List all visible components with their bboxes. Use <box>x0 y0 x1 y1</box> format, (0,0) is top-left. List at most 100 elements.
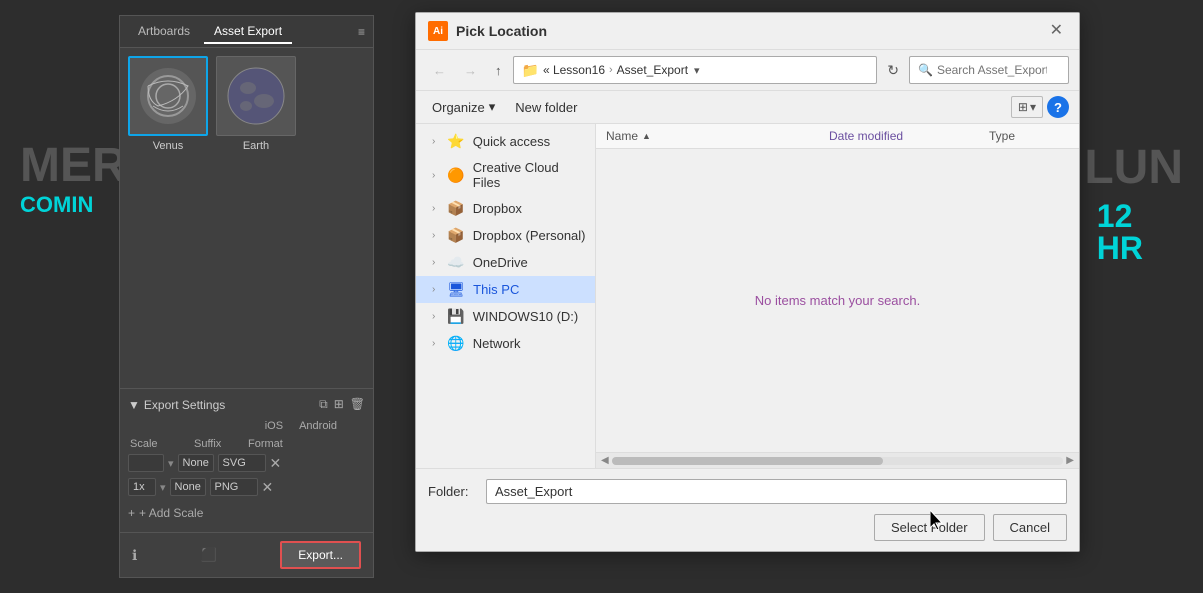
help-button[interactable]: ? <box>1047 96 1069 118</box>
scrollbar-track[interactable] <box>612 457 1064 465</box>
breadcrumb-chevron: › <box>609 64 613 76</box>
windows10-chevron: › <box>432 311 435 322</box>
network-icon: 🌐 <box>447 335 464 352</box>
export-settings-header: ▼ Export Settings ⧉ ⊞ 🗑 <box>128 397 365 412</box>
copy-icon[interactable]: ⧉ <box>319 397 328 412</box>
add-scale-button[interactable]: + + Add Scale <box>128 502 365 524</box>
scrollbar-thumb[interactable] <box>612 457 883 465</box>
dialog-toolbar: Organize ▾ New folder ⊞ ▾ ? <box>416 91 1079 124</box>
onedrive-icon: ☁️ <box>447 254 464 271</box>
scale-row-png: ▾ PNG SVG PDF ✕ <box>128 478 365 496</box>
col-name-label: Name <box>606 129 638 143</box>
this-pc-chevron: › <box>432 284 435 295</box>
content-area: No items match your search. <box>596 149 1079 452</box>
bg-text-left: MER COMIN <box>0 140 127 217</box>
ai-logo: Ai <box>428 21 448 41</box>
thumbnail-venus[interactable]: Venus <box>128 56 208 152</box>
search-input[interactable] <box>937 63 1047 77</box>
up-button[interactable]: ↑ <box>488 59 509 82</box>
dropbox-icon: 📦 <box>447 200 464 217</box>
select-folder-button[interactable]: Select Folder <box>874 514 985 541</box>
breadcrumb-prefix: « Lesson16 <box>543 63 605 77</box>
creative-cloud-icon: 🟠 <box>447 167 464 184</box>
sidebar-item-dropbox[interactable]: › 📦 Dropbox <box>416 195 595 222</box>
dialog-title: Pick Location <box>456 23 547 39</box>
cancel-button[interactable]: Cancel <box>993 514 1067 541</box>
sidebar-item-network[interactable]: › 🌐 Network <box>416 330 595 357</box>
organize-dropdown-icon: ▾ <box>489 99 496 115</box>
search-bar: 🔍 <box>909 56 1069 84</box>
format-col-header: Format <box>248 438 298 450</box>
sidebar-label-this-pc: This PC <box>473 282 519 297</box>
remove-row-svg[interactable]: ✕ <box>270 456 282 470</box>
new-folder-button[interactable]: New folder <box>509 97 583 118</box>
col-date-modified[interactable]: Date modified <box>829 129 989 143</box>
sidebar-item-creative-cloud[interactable]: › 🟠 Creative Cloud Files <box>416 155 595 195</box>
export-settings-label: Export Settings <box>144 398 225 412</box>
panel-menu-icon[interactable]: ≡ <box>358 25 365 39</box>
dropbox-personal-chevron: › <box>432 230 435 241</box>
dialog-scrollbar[interactable]: ◀ ▶ <box>596 452 1079 468</box>
bottom-icon: ⬛ <box>201 547 217 563</box>
remove-row-png[interactable]: ✕ <box>262 480 274 494</box>
col-type[interactable]: Type <box>989 129 1069 143</box>
sidebar-item-windows10[interactable]: › 💾 WINDOWS10 (D:) <box>416 303 595 330</box>
panel-content: Venus Earth <box>120 48 373 388</box>
onedrive-chevron: › <box>432 257 435 268</box>
windows10-icon: 💾 <box>447 308 464 325</box>
breadcrumb-dropdown-icon[interactable]: ▾ <box>694 64 700 77</box>
col-name[interactable]: Name ▲ <box>606 129 829 143</box>
scale-input-svg[interactable] <box>128 454 164 472</box>
thumb-label-earth: Earth <box>243 140 269 152</box>
sidebar-item-dropbox-personal[interactable]: › 📦 Dropbox (Personal) <box>416 222 595 249</box>
scale-col-header: Scale <box>130 438 190 450</box>
delete-icon[interactable]: 🗑 <box>350 397 365 412</box>
sidebar-label-creative-cloud: Creative Cloud Files <box>473 160 587 190</box>
left-panel: Artboards Asset Export ≡ Venus <box>119 15 374 578</box>
scroll-left-arrow[interactable]: ◀ <box>598 455 612 466</box>
refresh-button[interactable]: ↻ <box>881 59 905 82</box>
thumbnail-earth[interactable]: Earth <box>216 56 296 152</box>
forward-button[interactable]: → <box>457 59 484 82</box>
tab-asset-export[interactable]: Asset Export <box>204 20 292 44</box>
panel-footer: ℹ ⬛ Export... <box>120 532 373 577</box>
scale-dropdown-svg[interactable]: ▾ <box>168 457 174 470</box>
suffix-input-png[interactable] <box>170 478 206 496</box>
thumbnails: Venus Earth <box>128 56 365 152</box>
content-header: Name ▲ Date modified Type <box>596 124 1079 149</box>
suffix-col-header: Suffix <box>194 438 244 450</box>
export-button[interactable]: Export... <box>280 541 361 569</box>
dropbox-chevron: › <box>432 203 435 214</box>
sidebar-item-quick-access[interactable]: › ⭐ Quick access <box>416 128 595 155</box>
export-settings: ▼ Export Settings ⧉ ⊞ 🗑 iOS Android Scal… <box>120 388 373 532</box>
scale-input-png[interactable] <box>128 478 156 496</box>
tab-artboards[interactable]: Artboards <box>128 20 200 44</box>
bg-text-right: LUN <box>1084 140 1183 195</box>
scroll-right-arrow[interactable]: ▶ <box>1063 455 1077 466</box>
folder-input[interactable] <box>486 479 1067 504</box>
quick-access-chevron: › <box>432 136 435 147</box>
organize-button[interactable]: Organize ▾ <box>426 96 501 118</box>
back-button[interactable]: ← <box>426 59 453 82</box>
sidebar-item-this-pc[interactable]: › 🖥 This PC <box>416 276 595 303</box>
breadcrumb-bar: 📁 « Lesson16 › Asset_Export ▾ <box>513 56 878 84</box>
ios-label: iOS <box>265 420 283 432</box>
view-grid-icon: ⊞ <box>1018 100 1028 114</box>
scale-row-svg: ▾ SVG PNG PDF ✕ <box>128 454 365 472</box>
dialog-actions: Select Folder Cancel <box>428 514 1067 541</box>
scale-dropdown-png[interactable]: ▾ <box>160 481 166 494</box>
format-select-svg[interactable]: SVG PNG PDF <box>218 454 266 472</box>
sidebar-item-onedrive[interactable]: › ☁️ OneDrive <box>416 249 595 276</box>
collapse-icon[interactable]: ▼ <box>128 398 140 412</box>
thumb-label-venus: Venus <box>153 140 184 152</box>
format-select-png[interactable]: PNG SVG PDF <box>210 478 258 496</box>
duplicate-icon[interactable]: ⊞ <box>334 397 344 412</box>
col-header-row: Scale Suffix Format <box>128 438 365 450</box>
organize-label: Organize <box>432 100 485 115</box>
suffix-input-svg[interactable] <box>178 454 214 472</box>
info-icon[interactable]: ℹ <box>132 547 137 564</box>
dropbox-personal-icon: 📦 <box>447 227 464 244</box>
dialog-close-button[interactable]: ✕ <box>1046 21 1067 41</box>
view-button[interactable]: ⊞ ▾ <box>1011 96 1043 118</box>
pick-location-dialog: Ai Pick Location ✕ ← → ↑ 📁 « Lesson16 › … <box>415 12 1080 552</box>
